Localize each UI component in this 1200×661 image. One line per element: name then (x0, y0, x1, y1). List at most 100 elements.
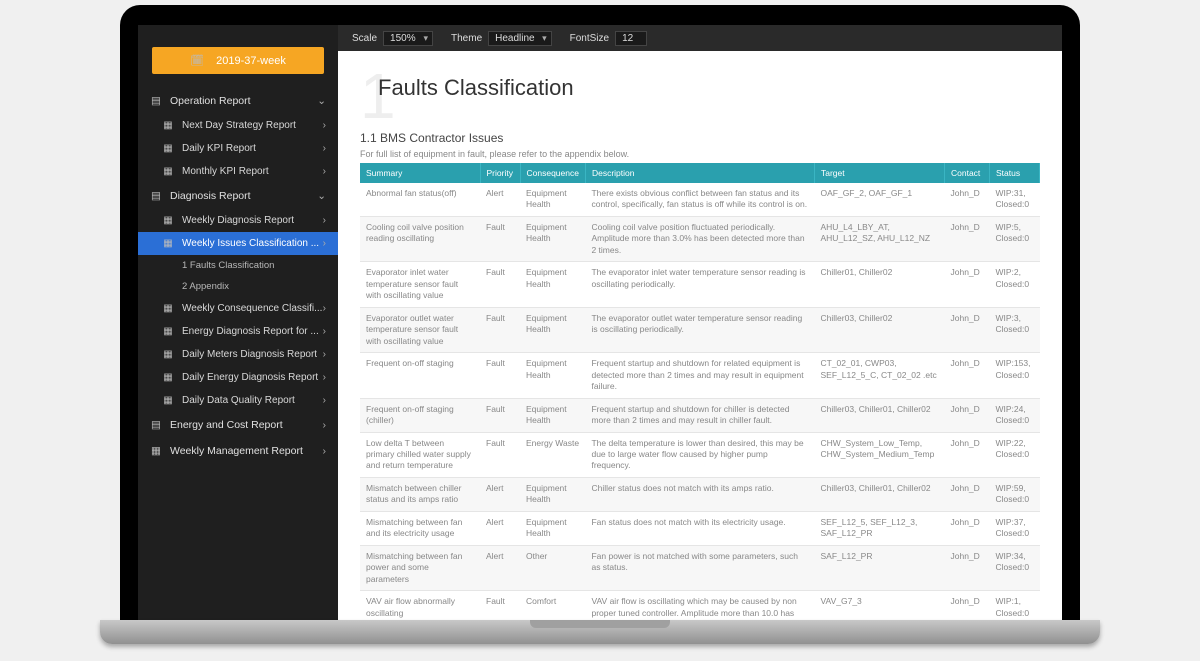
chevron-right-icon: › (323, 326, 326, 337)
cell-summary: Mismatching between fan and its electric… (360, 511, 480, 545)
theme-select[interactable]: Headline (488, 31, 551, 46)
file-icon (162, 303, 174, 314)
cell-summary: Cooling coil valve position reading osci… (360, 216, 480, 261)
cell-summary: Frequent on-off staging (chiller) (360, 398, 480, 432)
cell-priority: Alert (480, 183, 520, 216)
app-screen: 2019-37-week Operation Report ⌄ Next Day… (138, 25, 1062, 625)
sidebar-section-operation[interactable]: Operation Report ⌄ (138, 88, 338, 114)
fontsize-input[interactable]: 12 (615, 31, 647, 46)
cell-description: Frequent startup and shutdown for chille… (585, 398, 814, 432)
item-label: Weekly Diagnosis Report (182, 215, 294, 226)
cell-consequence: Other (520, 545, 585, 590)
item-label: Energy Diagnosis Report for ... (182, 326, 319, 337)
cell-status: WIP:22, Closed:0 (990, 432, 1040, 477)
cell-contact: John_D (945, 353, 990, 398)
sidebar-item-daily-energy-diagnosis[interactable]: Daily Energy Diagnosis Report› (138, 366, 338, 389)
sidebar-section-diagnosis[interactable]: Diagnosis Report ⌄ (138, 183, 338, 209)
table-body: Abnormal fan status(off)AlertEquipment H… (360, 183, 1040, 625)
fontsize-label: FontSize (570, 33, 609, 44)
item-label: Monthly KPI Report (182, 166, 269, 177)
fontsize-value: 12 (622, 33, 633, 44)
file-icon (162, 120, 174, 131)
cell-summary: Low delta T between primary chilled wate… (360, 432, 480, 477)
file-icon (162, 349, 174, 360)
sidebar-sub-appendix[interactable]: 2 Appendix (138, 276, 338, 297)
file-icon (162, 143, 174, 154)
file-icon (162, 372, 174, 383)
sidebar-item-monthly-kpi[interactable]: Monthly KPI Report› (138, 160, 338, 183)
cell-status: WIP:34, Closed:0 (990, 545, 1040, 590)
table-row[interactable]: Frequent on-off stagingFaultEquipment He… (360, 353, 1040, 398)
cell-status: WIP:59, Closed:0 (990, 477, 1040, 511)
sub-label: 2 Appendix (182, 281, 229, 292)
cell-target: CT_02_01, CWP03, SEF_L12_5_C, CT_02_02 .… (815, 353, 945, 398)
folder-icon (150, 95, 162, 107)
chevron-right-icon: › (323, 419, 327, 431)
cell-status: WIP:153, Closed:0 (990, 353, 1040, 398)
theme-value: Headline (495, 33, 534, 44)
sidebar-section-energy-cost[interactable]: Energy and Cost Report › (138, 412, 338, 438)
sidebar-item-daily-kpi[interactable]: Daily KPI Report › (138, 137, 338, 160)
cell-target: Chiller03, Chiller01, Chiller02 (815, 398, 945, 432)
sidebar-item-daily-meters[interactable]: Daily Meters Diagnosis Report› (138, 343, 338, 366)
document-body[interactable]: 1 Faults Classification 1.1 BMS Contract… (338, 51, 1062, 625)
cell-contact: John_D (945, 262, 990, 307)
table-row[interactable]: Mismatching between fan power and some p… (360, 545, 1040, 590)
section-label: Weekly Management Report (170, 445, 303, 457)
cell-target: CHW_System_Low_Temp, CHW_System_Medium_T… (815, 432, 945, 477)
week-label: 2019-37-week (216, 55, 286, 67)
cell-target: Chiller03, Chiller02 (815, 307, 945, 352)
table-row[interactable]: Frequent on-off staging (chiller)FaultEq… (360, 398, 1040, 432)
cell-contact: John_D (945, 216, 990, 261)
cell-target: SAF_L12_PR (815, 545, 945, 590)
cell-consequence: Equipment Health (520, 353, 585, 398)
sidebar-item-weekly-consequence[interactable]: Weekly Consequence Classifi...› (138, 297, 338, 320)
col-description: Description (585, 163, 814, 183)
table-row[interactable]: Cooling coil valve position reading osci… (360, 216, 1040, 261)
chevron-right-icon: › (323, 238, 326, 249)
page-title: Faults Classification (378, 75, 1040, 101)
item-label: Daily KPI Report (182, 143, 256, 154)
col-priority: Priority (480, 163, 520, 183)
sidebar-item-energy-diagnosis-for[interactable]: Energy Diagnosis Report for ... › (138, 320, 338, 343)
scale-select[interactable]: 150% (383, 31, 433, 46)
faults-table: Summary Priority Consequence Description… (360, 163, 1040, 625)
chevron-right-icon: › (323, 120, 326, 131)
sidebar-sub-faults-classification[interactable]: 1 Faults Classification (138, 255, 338, 276)
sidebar-item-weekly-diagnosis[interactable]: Weekly Diagnosis Report› (138, 209, 338, 232)
cell-consequence: Equipment Health (520, 511, 585, 545)
cell-contact: John_D (945, 183, 990, 216)
table-row[interactable]: Low delta T between primary chilled wate… (360, 432, 1040, 477)
sidebar-section-weekly-management[interactable]: Weekly Management Report › (138, 438, 338, 464)
cell-consequence: Equipment Health (520, 477, 585, 511)
chevron-right-icon: › (323, 143, 326, 154)
sidebar-item-weekly-issues-classification[interactable]: Weekly Issues Classification ... › (138, 232, 338, 255)
cell-summary: Abnormal fan status(off) (360, 183, 480, 216)
table-row[interactable]: Evaporator outlet water temperature sens… (360, 307, 1040, 352)
table-row[interactable]: Mismatching between fan and its electric… (360, 511, 1040, 545)
table-row[interactable]: Abnormal fan status(off)AlertEquipment H… (360, 183, 1040, 216)
col-consequence: Consequence (520, 163, 585, 183)
cell-description: Cooling coil valve position fluctuated p… (585, 216, 814, 261)
sidebar-item-next-day-strategy[interactable]: Next Day Strategy Report› (138, 114, 338, 137)
table-row[interactable]: Evaporator inlet water temperature senso… (360, 262, 1040, 307)
cell-consequence: Equipment Health (520, 398, 585, 432)
cell-status: WIP:3, Closed:0 (990, 307, 1040, 352)
cell-summary: Mismatch between chiller status and its … (360, 477, 480, 511)
chevron-right-icon: › (323, 372, 326, 383)
week-selector-button[interactable]: 2019-37-week (152, 47, 324, 74)
col-contact: Contact (945, 163, 990, 183)
theme-label: Theme (451, 33, 482, 44)
item-label: Weekly Consequence Classifi... (182, 303, 322, 314)
sidebar-item-daily-data-quality[interactable]: Daily Data Quality Report› (138, 389, 338, 412)
sub-label: 1 Faults Classification (182, 260, 274, 271)
col-target: Target (815, 163, 945, 183)
cell-summary: Evaporator inlet water temperature senso… (360, 262, 480, 307)
table-row[interactable]: Mismatch between chiller status and its … (360, 477, 1040, 511)
item-label: Weekly Issues Classification ... (182, 238, 319, 249)
chevron-right-icon: › (323, 303, 326, 314)
cell-priority: Alert (480, 545, 520, 590)
scale-label: Scale (352, 33, 377, 44)
cell-status: WIP:5, Closed:0 (990, 216, 1040, 261)
cell-priority: Fault (480, 353, 520, 398)
